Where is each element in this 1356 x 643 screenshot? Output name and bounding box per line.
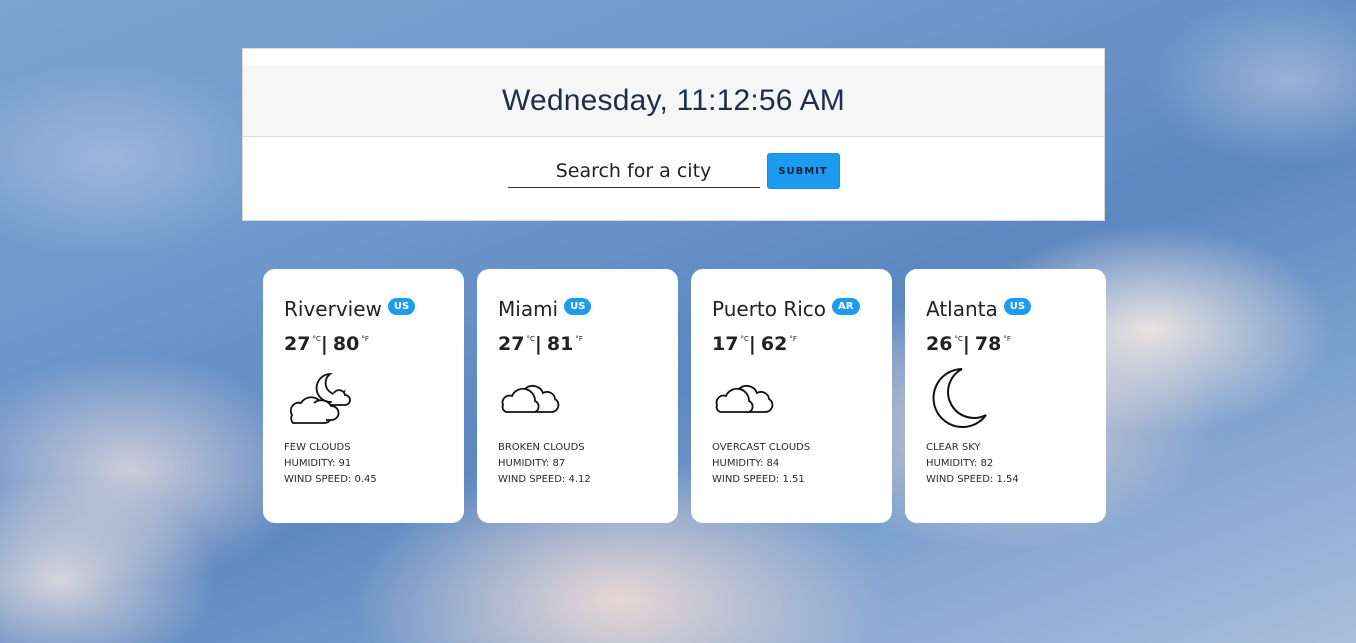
weather-description: BROKEN CLOUDS: [498, 442, 585, 453]
celsius-unit: °C: [740, 335, 749, 343]
temp-celsius: 27: [498, 333, 525, 355]
country-badge: US: [387, 298, 416, 315]
country-badge: US: [564, 298, 592, 315]
temp-separator: |: [320, 333, 328, 355]
country-badge: US: [1003, 298, 1032, 315]
temperature-row: 17 °C| 62 °F: [712, 333, 797, 355]
weather-details: FEW CLOUDS HUMIDITY: 91 WIND SPEED: 0.45: [284, 440, 377, 488]
submit-button[interactable]: SUBMIT: [766, 153, 840, 189]
temperature-row: 26 °C| 78 °F: [926, 333, 1011, 355]
city-name: Miami: [498, 297, 559, 321]
city-row: Atlanta US: [926, 296, 1032, 322]
weather-description: FEW CLOUDS: [284, 442, 351, 453]
fahrenheit-unit: °F: [1003, 335, 1011, 343]
temp-separator: |: [534, 333, 542, 355]
temp-fahrenheit: 78: [974, 333, 1002, 355]
wind-speed-text: WIND SPEED: 1.54: [926, 474, 1019, 485]
wind-speed-text: WIND SPEED: 4.12: [498, 474, 591, 485]
city-name: Atlanta: [926, 297, 998, 321]
weather-card-miami: Miami US 27 °C| 81 °F BROKEN CLOUDS HUMIDI…: [477, 269, 678, 523]
weather-details: CLEAR SKY HUMIDITY: 82 WIND SPEED: 1.54: [926, 440, 1019, 488]
weather-card-riverview: Riverview US 27 °C| 80 °F FEW CLOUDS HUMID…: [263, 269, 464, 523]
temp-separator: |: [748, 333, 756, 355]
clock-header: Wednesday, 11:12:56 AM: [243, 65, 1104, 137]
city-name: Riverview: [284, 297, 382, 321]
wind-speed-text: WIND SPEED: 0.45: [284, 474, 377, 485]
broken-clouds-icon: [498, 365, 568, 431]
few-clouds-night-icon: [284, 365, 354, 431]
wind-speed-text: WIND SPEED: 1.51: [712, 474, 805, 485]
temp-fahrenheit: 81: [546, 333, 574, 355]
weather-details: OVERCAST CLOUDS HUMIDITY: 84 WIND SPEED:…: [712, 440, 810, 488]
city-row: Miami US: [498, 296, 592, 322]
city-row: Riverview US: [284, 296, 416, 322]
temp-separator: |: [962, 333, 970, 355]
weather-details: BROKEN CLOUDS HUMIDITY: 87 WIND SPEED: 4…: [498, 440, 591, 488]
city-row: Puerto Rico AR: [712, 296, 860, 322]
temperature-row: 27 °C| 81 °F: [498, 333, 583, 355]
fahrenheit-unit: °F: [789, 335, 797, 343]
fahrenheit-unit: °F: [361, 335, 369, 343]
fahrenheit-unit: °F: [575, 335, 583, 343]
clock-search-panel: Wednesday, 11:12:56 AM SUBMIT: [242, 48, 1105, 221]
weather-description: OVERCAST CLOUDS: [712, 442, 811, 453]
clear-sky-night-icon: [926, 365, 996, 431]
overcast-clouds-icon: [712, 365, 782, 431]
humidity-text: HUMIDITY: 82: [926, 458, 994, 469]
temp-celsius: 17: [712, 333, 739, 355]
weather-card-puerto-rico: Puerto Rico AR 17 °C| 62 °F OVERCAST CLOUD…: [691, 269, 892, 523]
celsius-unit: °C: [954, 335, 963, 343]
temp-fahrenheit: 62: [760, 333, 788, 355]
temp-celsius: 27: [284, 333, 311, 355]
city-search-input[interactable]: [507, 154, 760, 188]
humidity-text: HUMIDITY: 84: [712, 458, 780, 469]
weather-description: CLEAR SKY: [926, 442, 981, 453]
temp-celsius: 26: [926, 333, 953, 355]
city-name: Puerto Rico: [712, 297, 827, 321]
day-time-display: Wednesday, 11:12:56 AM: [502, 83, 845, 117]
celsius-unit: °C: [526, 335, 535, 343]
temp-fahrenheit: 80: [332, 333, 360, 355]
humidity-text: HUMIDITY: 91: [284, 458, 352, 469]
weather-card-atlanta: Atlanta US 26 °C| 78 °F CLEAR SKY HUMIDITY…: [905, 269, 1106, 523]
humidity-text: HUMIDITY: 87: [498, 458, 566, 469]
celsius-unit: °C: [312, 335, 321, 343]
temperature-row: 27 °C| 80 °F: [284, 333, 369, 355]
country-badge: AR: [832, 298, 860, 315]
search-form: SUBMIT: [243, 153, 1104, 189]
